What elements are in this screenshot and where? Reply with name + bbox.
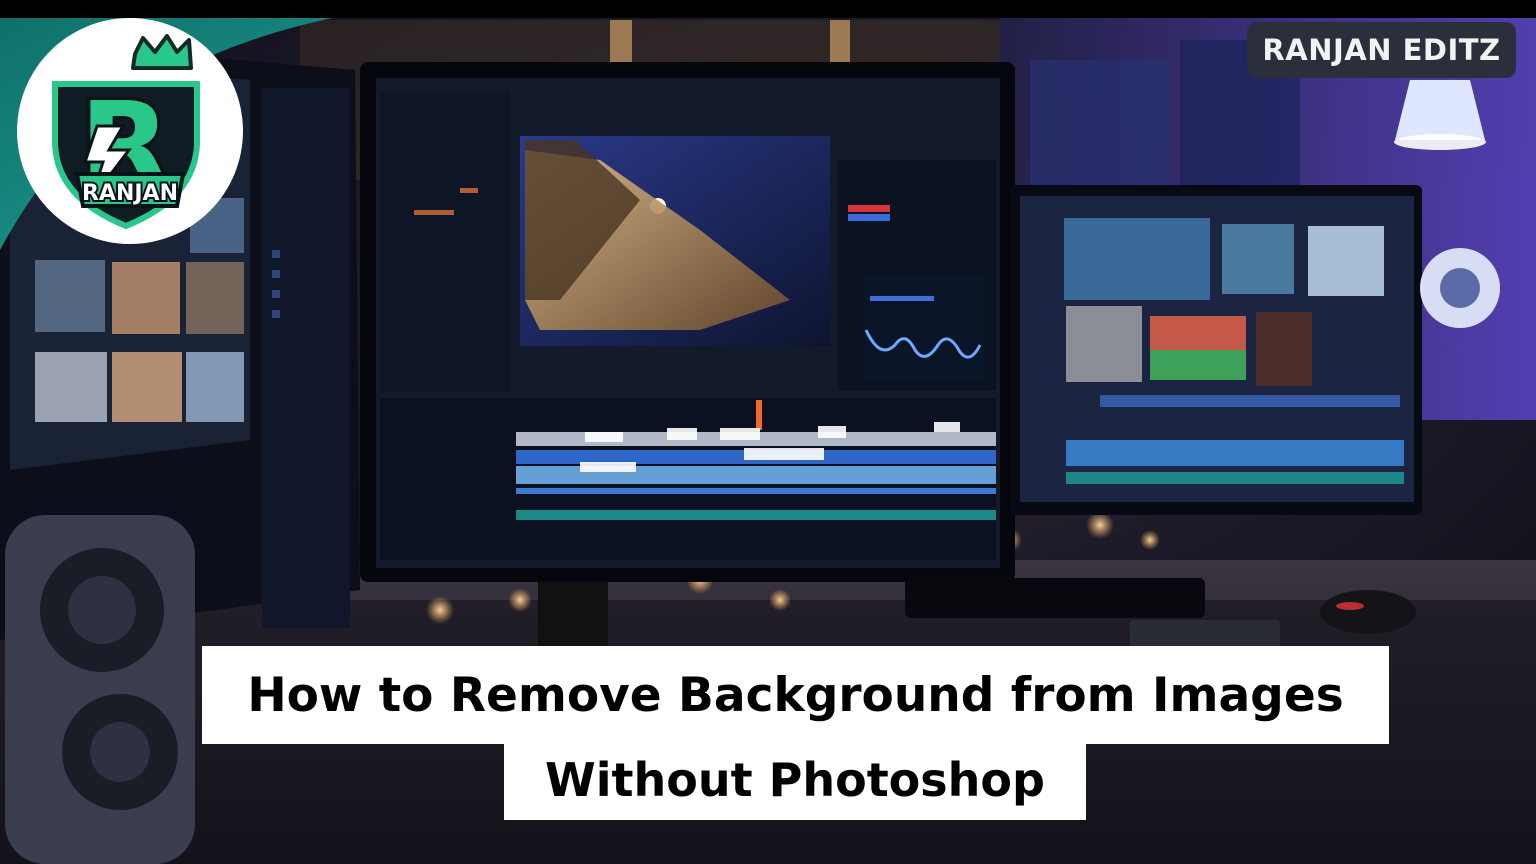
watermark-text: RANJAN EDITZ <box>1262 33 1501 67</box>
headline-text-2: Without Photoshop <box>545 753 1045 807</box>
headline-text-1: How to Remove Background from Images <box>247 667 1344 723</box>
channel-logo: R RANJAN <box>15 16 245 246</box>
crown-shield-lightning-icon: R RANJAN <box>17 18 243 244</box>
headline-line-1: How to Remove Background from Images <box>202 646 1389 744</box>
logo-text: RANJAN <box>82 181 178 206</box>
headline-line-2: Without Photoshop <box>504 740 1086 820</box>
channel-watermark: RANJAN EDITZ <box>1247 22 1516 78</box>
